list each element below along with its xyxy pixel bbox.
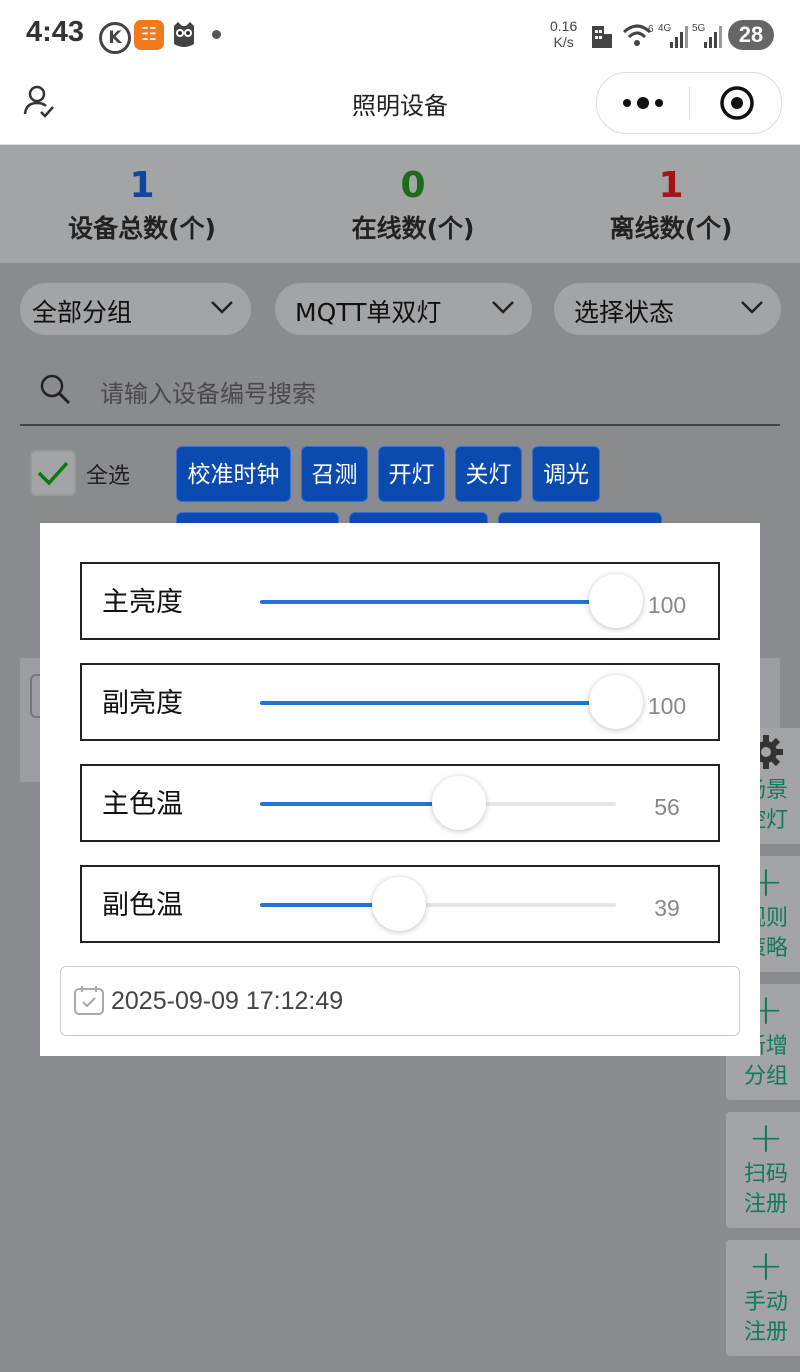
check-icon xyxy=(37,461,69,486)
lights-on-button[interactable]: 开灯 xyxy=(378,446,445,502)
signal-4g-label: 4G xyxy=(658,23,672,34)
chevron-down-icon xyxy=(741,301,763,314)
stat-offline: 1 离线数(个) xyxy=(541,163,800,245)
owl-app-icon xyxy=(174,22,194,47)
notification-dot-icon xyxy=(212,30,221,39)
group-dropdown[interactable]: 全部分组 xyxy=(20,283,251,335)
signal-5g-icon: 5G xyxy=(692,23,722,48)
status-dropdown[interactable]: 选择状态 xyxy=(554,283,781,335)
main-color-temp-row: 主色温 56 xyxy=(80,764,720,842)
dimming-dialog: 主亮度 100 副亮度 100 主色温 56 副色温 39 2025-09-09… xyxy=(40,523,760,1056)
scan-register-line1: 扫码 xyxy=(743,1162,788,1187)
slider-thumb[interactable] xyxy=(432,776,487,830)
manual-register-line2: 注册 xyxy=(743,1320,788,1345)
sub-brightness-slider[interactable] xyxy=(260,675,643,729)
status-bar: 4:43 K ☷ 0.16 K/s 6 4G 5G 28 xyxy=(0,0,800,72)
stat-online-value: 0 xyxy=(400,165,426,206)
search-icon xyxy=(40,374,71,405)
stat-total-label: 设备总数(个) xyxy=(68,214,216,243)
close-target-icon[interactable] xyxy=(719,85,755,121)
stat-online-label: 在线数(个) xyxy=(351,214,475,243)
signal-4g-icon: 4G xyxy=(658,23,688,48)
main-color-temp-value: 56 xyxy=(654,794,680,820)
sub-brightness-value: 100 xyxy=(647,693,687,719)
select-all-checkbox[interactable] xyxy=(30,450,76,496)
slider-fill xyxy=(260,802,460,806)
calibrate-clock-button[interactable]: 校准时钟 xyxy=(176,446,291,502)
main-brightness-label: 主亮度 xyxy=(102,587,183,618)
slider-thumb[interactable] xyxy=(371,877,426,931)
sub-brightness-label: 副亮度 xyxy=(102,688,183,719)
group-dropdown-value: 全部分组 xyxy=(32,298,133,327)
stat-total: 1 设备总数(个) xyxy=(12,163,272,245)
sub-brightness-row: 副亮度 100 xyxy=(80,663,720,741)
sub-color-temp-slider[interactable] xyxy=(260,877,616,931)
chevron-down-icon xyxy=(211,301,233,314)
main-brightness-row: 主亮度 100 xyxy=(80,562,720,640)
datetime-picker[interactable]: 2025-09-09 17:12:49 xyxy=(60,966,740,1036)
more-icon[interactable] xyxy=(621,91,665,115)
stat-online: 0 在线数(个) xyxy=(283,163,543,245)
mini-program-capsule xyxy=(596,72,782,134)
sub-color-temp-value: 39 xyxy=(654,895,680,921)
wifi-badge: 6 xyxy=(648,24,654,35)
stat-offline-label: 离线数(个) xyxy=(609,214,733,243)
device-stats: 1 设备总数(个) 0 在线数(个) 1 离线数(个) xyxy=(0,145,800,263)
search-bar[interactable]: 请输入设备编号搜索 xyxy=(20,360,780,426)
building-icon xyxy=(592,26,612,48)
manual-register-line1: 手动 xyxy=(743,1290,788,1315)
k-app-icon: K xyxy=(99,22,131,54)
main-color-temp-slider[interactable] xyxy=(260,776,616,830)
type-dropdown-value: MQTT单双灯 xyxy=(295,298,442,327)
manual-register-button[interactable]: + 手动 注册 xyxy=(726,1240,800,1356)
main-brightness-value: 100 xyxy=(647,592,687,618)
signal-5g-label: 5G xyxy=(692,23,706,34)
type-dropdown[interactable]: MQTT单双灯 xyxy=(275,283,532,335)
battery-level: 28 xyxy=(728,20,774,50)
scan-register-line2: 注册 xyxy=(743,1192,788,1217)
calendar-icon xyxy=(74,986,104,1015)
stat-offline-value: 1 xyxy=(658,165,684,206)
select-all-label: 全选 xyxy=(86,464,131,489)
orange-app-icon: ☷ xyxy=(134,20,164,50)
main-color-temp-label: 主色温 xyxy=(102,789,183,820)
poll-button[interactable]: 召测 xyxy=(301,446,368,502)
dimming-button[interactable]: 调光 xyxy=(532,446,600,502)
add-group-line2: 分组 xyxy=(743,1064,788,1089)
sub-color-temp-row: 副色温 39 xyxy=(80,865,720,943)
status-time: 4:43 xyxy=(26,16,85,48)
capsule-divider xyxy=(689,87,690,119)
plus-icon: + xyxy=(748,1113,784,1162)
plus-icon: + xyxy=(748,1241,784,1290)
scan-register-button[interactable]: + 扫码 注册 xyxy=(726,1112,800,1228)
sub-color-temp-label: 副色温 xyxy=(102,890,183,921)
search-input[interactable]: 请输入设备编号搜索 xyxy=(100,374,316,409)
chevron-down-icon xyxy=(492,301,514,314)
slider-fill xyxy=(260,600,616,604)
lights-off-button[interactable]: 关灯 xyxy=(455,446,522,502)
stat-total-value: 1 xyxy=(129,165,155,206)
network-speed: 0.16 K/s xyxy=(550,18,578,50)
main-brightness-slider[interactable] xyxy=(260,574,643,628)
nav-bar: 照明设备 xyxy=(0,72,800,145)
slider-fill xyxy=(260,701,616,705)
wifi-icon: 6 xyxy=(622,24,654,46)
datetime-value: 2025-09-09 17:12:49 xyxy=(111,987,344,1015)
status-dropdown-value: 选择状态 xyxy=(574,298,675,327)
